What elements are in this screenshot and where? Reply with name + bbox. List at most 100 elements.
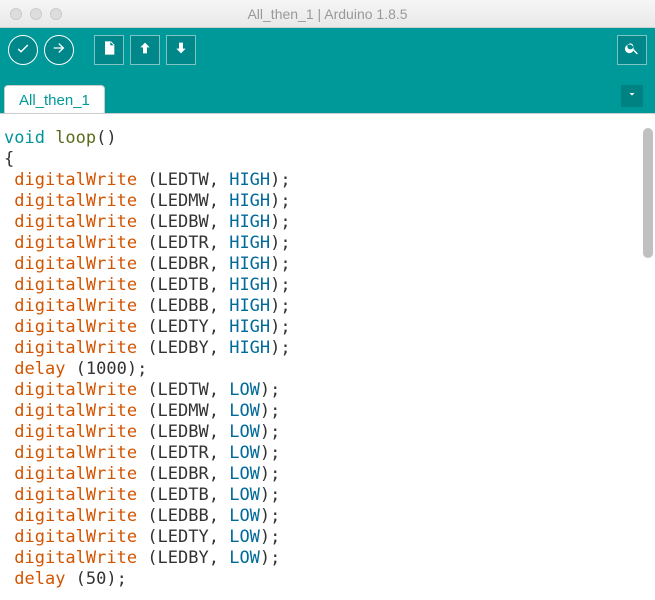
- code-token: (LEDMW,: [137, 191, 229, 211]
- code-token: digitalWrite: [14, 380, 137, 400]
- code-token: LOW: [229, 464, 260, 484]
- code-line[interactable]: digitalWrite (LEDTW, LOW);: [4, 380, 651, 401]
- titlebar: All_then_1 | Arduino 1.8.5: [0, 0, 655, 28]
- arrow-up-icon: [137, 40, 153, 61]
- code-token: [4, 296, 14, 316]
- code-token: LOW: [229, 485, 260, 505]
- code-line[interactable]: digitalWrite (LEDTY, HIGH);: [4, 317, 651, 338]
- code-token: digitalWrite: [14, 548, 137, 568]
- code-token: );: [270, 170, 290, 190]
- code-line[interactable]: digitalWrite (LEDMW, HIGH);: [4, 191, 651, 212]
- code-token: [4, 464, 14, 484]
- code-token: [4, 443, 14, 463]
- code-line[interactable]: void loop(): [4, 128, 651, 149]
- code-token: [4, 317, 14, 337]
- code-line[interactable]: digitalWrite (LEDTB, LOW);: [4, 485, 651, 506]
- code-token: HIGH: [229, 317, 270, 337]
- tab-bar: All_then_1: [0, 72, 655, 113]
- code-token: digitalWrite: [14, 296, 137, 316]
- code-token: );: [260, 401, 280, 421]
- code-token: [4, 212, 14, 232]
- code-token: );: [270, 212, 290, 232]
- code-token: loop: [55, 128, 96, 148]
- code-token: digitalWrite: [14, 527, 137, 547]
- code-token: [4, 191, 14, 211]
- code-token: LOW: [229, 506, 260, 526]
- code-token: (LEDBW,: [137, 422, 229, 442]
- code-token: [4, 506, 14, 526]
- code-token: [4, 338, 14, 358]
- code-token: [4, 527, 14, 547]
- code-token: delay: [14, 569, 65, 589]
- code-token: digitalWrite: [14, 485, 137, 505]
- new-sketch-button[interactable]: [94, 35, 124, 65]
- code-token: );: [270, 254, 290, 274]
- code-token: void: [4, 128, 55, 148]
- code-token: LOW: [229, 527, 260, 547]
- code-token: (LEDTY,: [137, 317, 229, 337]
- code-token: [4, 359, 14, 379]
- verify-button[interactable]: [8, 35, 38, 65]
- close-window-button[interactable]: [10, 8, 22, 20]
- code-token: (LEDTB,: [137, 275, 229, 295]
- code-line[interactable]: digitalWrite (LEDBR, LOW);: [4, 464, 651, 485]
- chevron-down-icon: [626, 87, 638, 105]
- code-token: HIGH: [229, 275, 270, 295]
- upload-button[interactable]: [44, 35, 74, 65]
- code-token: [4, 380, 14, 400]
- code-line[interactable]: digitalWrite (LEDBY, LOW);: [4, 548, 651, 569]
- code-area[interactable]: void loop(){ digitalWrite (LEDTW, HIGH);…: [0, 114, 655, 590]
- code-token: LOW: [229, 548, 260, 568]
- code-line[interactable]: digitalWrite (LEDBB, HIGH);: [4, 296, 651, 317]
- code-line[interactable]: digitalWrite (LEDTR, HIGH);: [4, 233, 651, 254]
- code-line[interactable]: digitalWrite (LEDBR, HIGH);: [4, 254, 651, 275]
- code-token: [4, 233, 14, 253]
- code-token: [4, 485, 14, 505]
- code-line[interactable]: digitalWrite (LEDBB, LOW);: [4, 506, 651, 527]
- code-token: {: [4, 149, 14, 169]
- code-token: (LEDBW,: [137, 212, 229, 232]
- code-token: digitalWrite: [14, 275, 137, 295]
- scrollbar-vertical[interactable]: [643, 128, 653, 258]
- code-token: LOW: [229, 401, 260, 421]
- code-line[interactable]: digitalWrite (LEDBY, HIGH);: [4, 338, 651, 359]
- save-sketch-button[interactable]: [166, 35, 196, 65]
- code-token: digitalWrite: [14, 443, 137, 463]
- code-line[interactable]: digitalWrite (LEDTY, LOW);: [4, 527, 651, 548]
- code-line[interactable]: digitalWrite (LEDTW, HIGH);: [4, 170, 651, 191]
- code-token: delay: [14, 359, 65, 379]
- code-line[interactable]: delay (50);: [4, 569, 651, 590]
- code-token: digitalWrite: [14, 338, 137, 358]
- code-line[interactable]: digitalWrite (LEDTB, HIGH);: [4, 275, 651, 296]
- code-token: HIGH: [229, 212, 270, 232]
- code-line[interactable]: digitalWrite (LEDBW, LOW);: [4, 422, 651, 443]
- toolbar: [0, 28, 655, 72]
- code-token: );: [260, 464, 280, 484]
- code-token: );: [260, 548, 280, 568]
- code-line[interactable]: digitalWrite (LEDBW, HIGH);: [4, 212, 651, 233]
- window-title: All_then_1 | Arduino 1.8.5: [0, 6, 655, 22]
- code-token: );: [260, 527, 280, 547]
- code-token: [4, 569, 14, 589]
- code-line[interactable]: digitalWrite (LEDMW, LOW);: [4, 401, 651, 422]
- serial-monitor-button[interactable]: [617, 35, 647, 65]
- magnifier-icon: [624, 40, 640, 61]
- code-token: );: [270, 317, 290, 337]
- code-token: (LEDBY,: [137, 548, 229, 568]
- zoom-window-button[interactable]: [50, 8, 62, 20]
- open-sketch-button[interactable]: [130, 35, 160, 65]
- code-token: digitalWrite: [14, 464, 137, 484]
- editor: void loop(){ digitalWrite (LEDTW, HIGH);…: [0, 113, 655, 600]
- code-token: HIGH: [229, 338, 270, 358]
- code-token: LOW: [229, 443, 260, 463]
- code-token: LOW: [229, 422, 260, 442]
- tab-active[interactable]: All_then_1: [4, 85, 105, 114]
- code-token: (LEDBR,: [137, 254, 229, 274]
- code-line[interactable]: {: [4, 149, 651, 170]
- code-token: [4, 401, 14, 421]
- code-line[interactable]: digitalWrite (LEDTR, LOW);: [4, 443, 651, 464]
- minimize-window-button[interactable]: [30, 8, 42, 20]
- tab-menu-button[interactable]: [621, 85, 643, 107]
- code-token: HIGH: [229, 296, 270, 316]
- code-line[interactable]: delay (1000);: [4, 359, 651, 380]
